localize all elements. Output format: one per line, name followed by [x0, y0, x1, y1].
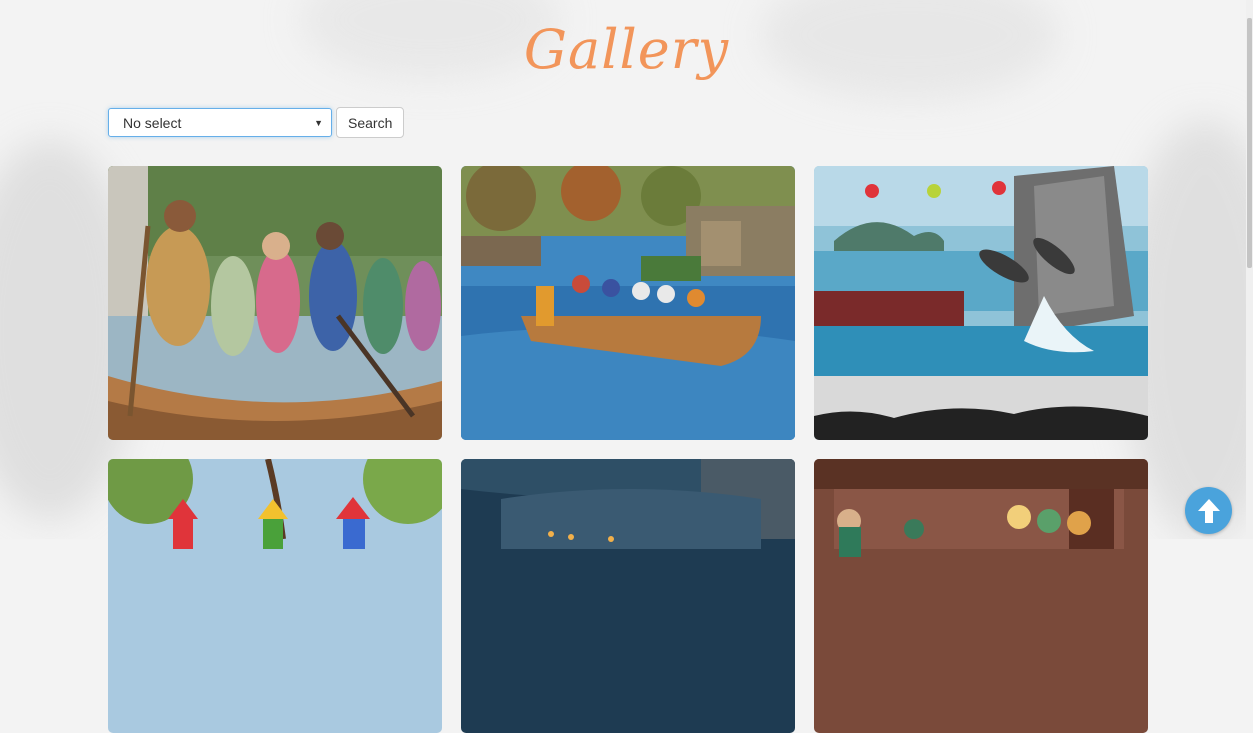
- arrow-up-icon: [1197, 498, 1220, 523]
- search-bar: No select ▼ Search: [108, 107, 405, 138]
- scroll-to-top-button[interactable]: [1185, 487, 1232, 534]
- gallery-image-playground[interactable]: [108, 459, 442, 733]
- gallery-image-river-canoe[interactable]: [461, 166, 795, 440]
- gallery-image-canoe-riders[interactable]: [108, 166, 442, 440]
- search-button[interactable]: Search: [336, 107, 405, 138]
- page-scrollbar[interactable]: [1246, 0, 1253, 539]
- category-select[interactable]: No select ▼: [108, 108, 332, 137]
- category-select-value: No select: [123, 114, 182, 131]
- caret-down-icon: ▼: [314, 117, 323, 128]
- gallery-image-dolphin-show[interactable]: [814, 166, 1148, 440]
- scrollbar-thumb[interactable]: [1247, 18, 1252, 268]
- gallery-image-castle-show[interactable]: [814, 459, 1148, 733]
- gallery-image-boat-tunnel[interactable]: [461, 459, 795, 733]
- page-title: Gallery: [523, 18, 730, 81]
